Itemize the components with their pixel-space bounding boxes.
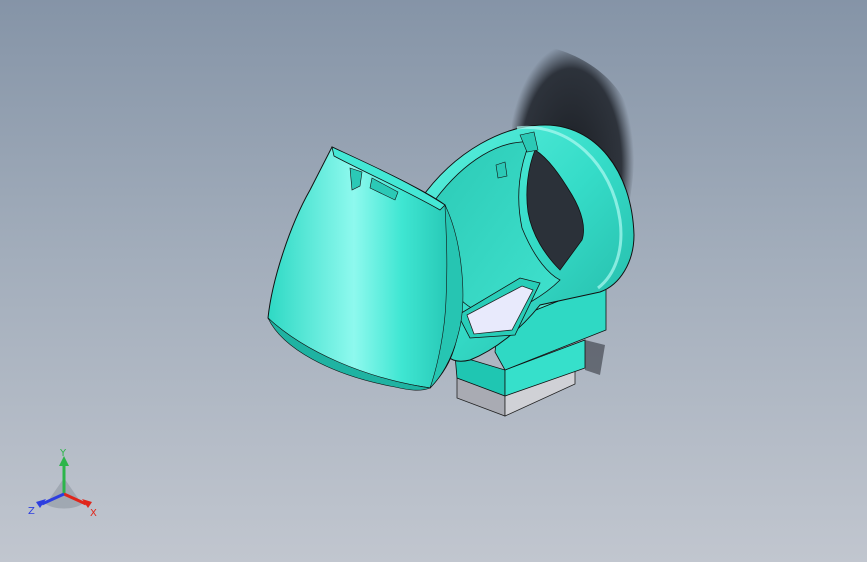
hood-lid <box>267 146 460 389</box>
orientation-triad: Y X Z <box>28 448 97 519</box>
base-shadow <box>585 340 605 375</box>
z-axis-label: Z <box>28 506 35 517</box>
y-axis-label: Y <box>59 448 67 459</box>
3d-model-view[interactable] <box>0 0 867 562</box>
graphics-viewport[interactable]: Y X Z <box>0 0 867 562</box>
drum-clip-inner <box>495 161 508 179</box>
x-axis-label: X <box>90 508 97 519</box>
